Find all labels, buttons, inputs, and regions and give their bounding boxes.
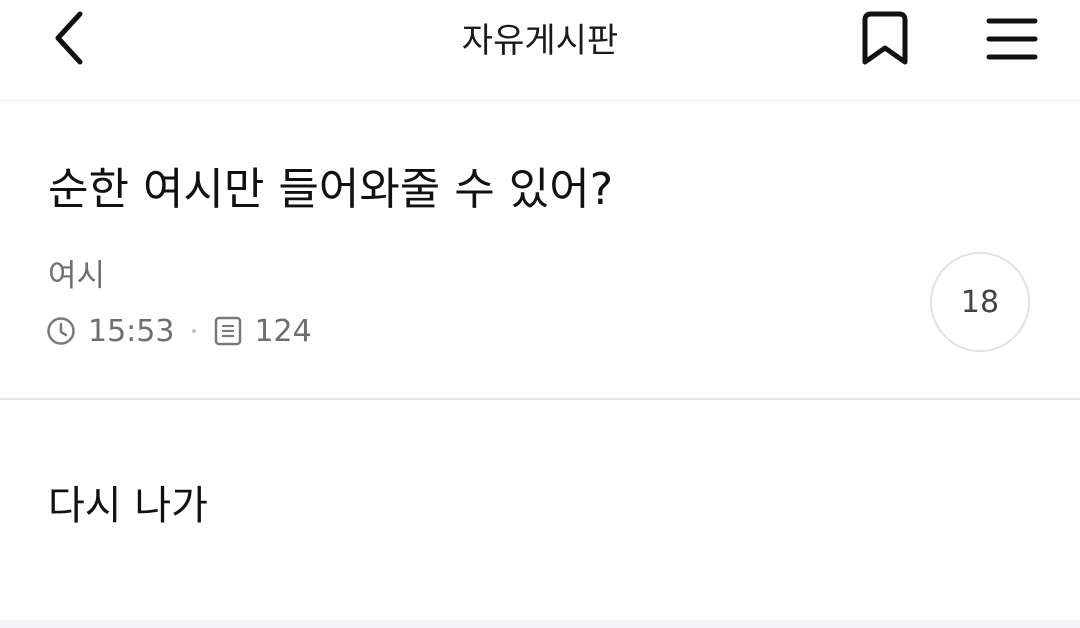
bottom-section-strip [0,620,1080,628]
comment-count-button[interactable]: 18 [930,252,1030,352]
back-button[interactable] [36,6,100,70]
post-view-count: 124 [254,313,312,349]
hamburger-menu-icon [986,18,1038,60]
post-body: 다시 나가 [48,483,208,529]
top-app-bar: 자유게시판 [0,0,1080,101]
menu-button[interactable] [976,6,1048,72]
meta-separator [192,329,197,333]
post-meta: 15:53 124 [46,310,312,352]
clock-icon [46,316,76,346]
document-icon [214,316,242,346]
post-page: 자유게시판 순한 여시만 들어와줄 수 있어? 여시 15:53 124 18 … [0,0,1080,628]
post-author[interactable]: 여시 [48,255,105,297]
post-title: 순한 여시만 들어와줄 수 있어? [48,164,614,215]
section-divider [0,398,1080,400]
chevron-left-icon [55,11,83,65]
bookmark-icon [862,11,908,65]
post-time: 15:53 [88,313,175,349]
board-title: 자유게시판 [461,21,619,61]
bookmark-button[interactable] [850,6,920,72]
